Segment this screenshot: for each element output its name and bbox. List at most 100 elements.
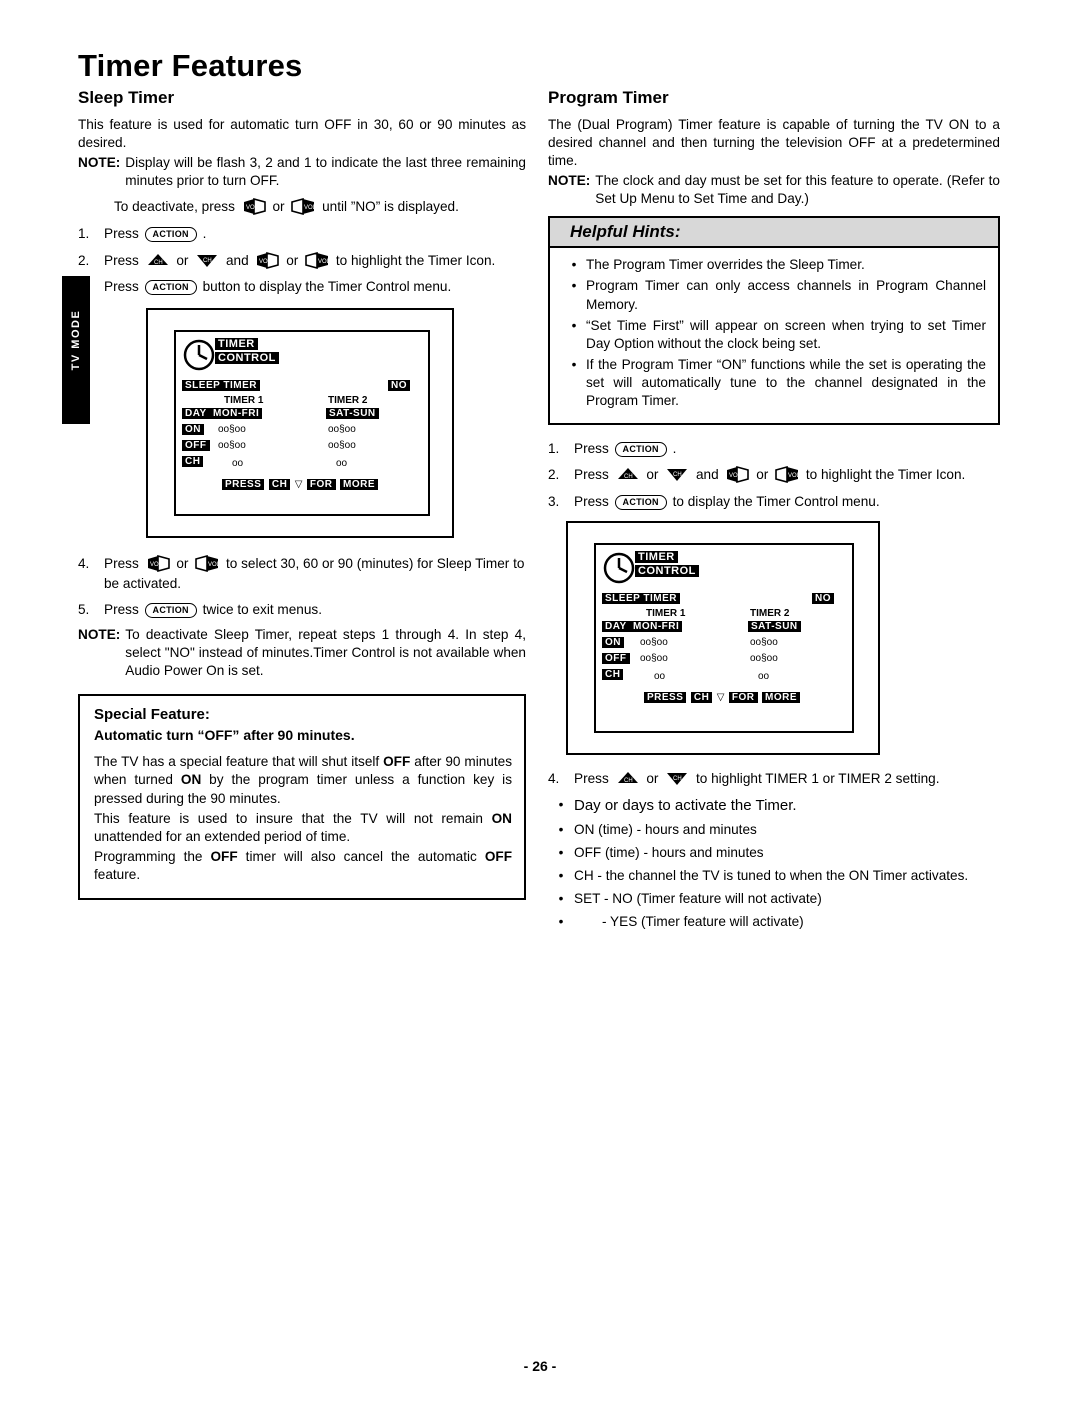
step-text: Press CH or CH to highlight TIMER 1 or T… [574,769,1000,788]
osd-footer-more: MORE [339,479,378,491]
sf-p3c: timer will also cancel the automatic [237,848,485,864]
osd-header: TIMER CONTROL [602,550,722,584]
volume-up-icon: VOL [774,466,800,484]
osd-header-timer: TIMER [635,550,678,563]
osd-footer-ch: CH [690,691,713,703]
osd-header: TIMER CONTROL [182,337,302,371]
bullet-text: SET - NO (Timer feature will not activat… [574,891,822,907]
hint-item: • The Program Timer overrides the Sleep T… [562,256,986,274]
step-post: twice to exit menus. [202,601,322,617]
osd-footer-more: MORE [761,691,800,703]
step-post: to highlight the Timer Icon. [805,467,966,483]
hint-text: If the Program Timer “ON” functions whil… [586,356,986,408]
osd-ch-t2: oo [336,458,348,470]
step-number: 2. [78,252,90,268]
volume-up-icon: VOL [290,198,316,216]
step-text: Press ACTION to display the Timer Contro… [574,492,1000,511]
step-text: Press ACTION button to display the Timer… [104,277,526,296]
svg-text:CH: CH [624,778,633,784]
special-feature-p2: This feature is used to insure that the … [94,810,512,846]
helpful-hints-title: Helpful Hints: [550,218,998,249]
bullet-text: Day or days to activate the Timer. [574,797,797,815]
svg-text:VOL: VOL [208,562,220,568]
action-key-icon: ACTION [144,227,197,243]
bullet-item: • SET - NO (Timer feature will not activa… [548,889,1000,908]
step-number: 5. [78,601,90,617]
bullet-icon: • [558,845,564,861]
deactivate-pre: To deactivate, press [114,199,235,215]
step-text: Press ACTION . [574,439,1000,458]
action-key-icon: ACTION [144,279,197,295]
step-pre: Press [574,441,609,457]
osd-footer-arrow-icon: ▽ [716,691,725,703]
step-number: 3. [78,278,90,294]
osd-footer-press: PRESS [222,479,265,491]
osd-sleep-timer-label: SLEEP TIMER [602,592,680,604]
special-feature-heading: Special Feature: [94,706,210,724]
svg-text:VOL: VOL [259,259,272,265]
bullet-icon: • [571,278,577,294]
osd-on-label: ON [602,636,624,648]
osd-off-t2: oo§oo [750,652,778,664]
sf-p1d: ON [180,772,202,788]
action-key-icon: ACTION [614,494,667,510]
sf-p3d: OFF [484,848,512,864]
osd-timer1-label: TIMER 1 [646,607,686,619]
timer-control-osd-2: TIMER CONTROL SLEEP TIMER NO TIMER 1 TIM… [566,520,880,755]
sleep-timer-heading: Sleep Timer [78,88,175,107]
right-column: Program Timer The (Dual Program) Timer f… [548,88,1000,935]
osd-timer2-label: TIMER 2 [750,607,790,619]
action-key-icon: ACTION [144,602,197,618]
step-post: . [672,441,677,457]
osd-footer-for: FOR [728,691,758,703]
osd-off-t1: oo§oo [218,440,246,452]
step-item: 2. Press CH or CH and VOL or VOL to high… [548,465,1000,484]
osd-on-t1: oo§oo [640,636,668,648]
sleep-timer-deactivate: To deactivate, press VOL or VOL until ”N… [114,198,526,216]
hint-item: • “Set Time First” will appear on screen … [562,317,986,353]
bullet-icon: • [558,914,564,930]
volume-down-icon: VOL [241,198,267,216]
svg-text:VOL: VOL [729,473,742,479]
step-item: 3. Press ACTION to display the Timer Con… [548,492,1000,511]
volume-down-icon: VOL [145,555,171,573]
program-timer-bullets: • Day or days to activate the Timer. • ON … [548,795,1000,931]
step-number: 3. [548,493,560,509]
hint-text: Program Timer can only access channels i… [586,278,986,312]
note-text: To deactivate Sleep Timer, repeat steps … [125,627,526,679]
step-item: 4. Press VOL or VOL to select 30, 60 or … [78,554,526,593]
osd-footer-arrow-icon: ▽ [294,479,303,491]
program-timer-heading: Program Timer [548,88,669,107]
bullet-icon: • [558,891,564,907]
hint-item: • Program Timer can only access channels … [562,277,986,313]
channel-up-icon: CH [145,252,171,269]
program-timer-step-4: 4. Press CH or CH to highlight TIMER 1 o… [548,769,1000,788]
step-post: . [202,226,207,242]
svg-text:CH: CH [673,472,682,478]
svg-text:VOL: VOL [788,473,800,479]
manual-page: TV MODE Timer Features Sleep Timer This … [0,0,1080,1404]
osd-on-t1: oo§oo [218,424,246,436]
bullet-item: • OFF (time) - hours and minutes [548,843,1000,862]
sf-p3a: Programming the [94,848,211,864]
note-label: NOTE: [78,627,121,643]
osd-on-label: ON [182,424,204,436]
sleep-timer-note-2: NOTE: To deactivate Sleep Timer, repeat … [78,626,526,680]
hint-text: The Program Timer overrides the Sleep Ti… [586,257,865,273]
svg-text:VOL: VOL [246,205,259,211]
osd-ch-label: CH [602,668,624,680]
osd-ch-label: CH [182,456,204,468]
osd-footer-for: FOR [306,479,336,491]
step-pre: Press [574,493,609,509]
step-pre: Press [574,467,609,483]
osd-footer-ch: CH [268,479,291,491]
sf-p3b: OFF [210,848,238,864]
timer-control-osd-1: TIMER CONTROL SLEEP TIMER NO TIMER 1 TIM… [146,308,454,539]
step-post: to highlight TIMER 1 or TIMER 2 setting. [695,770,940,786]
step-text: Press CH or CH and VOL or VOL to highlig… [574,465,1000,484]
step-number: 4. [78,556,90,572]
step-number: 1. [548,441,560,457]
osd-sat-sun: SAT-SUN [748,620,801,632]
step-text: Press CH or CH and VOL or VOL to highlig… [104,251,526,270]
hint-text: “Set Time First” will appear on screen w… [586,317,986,351]
